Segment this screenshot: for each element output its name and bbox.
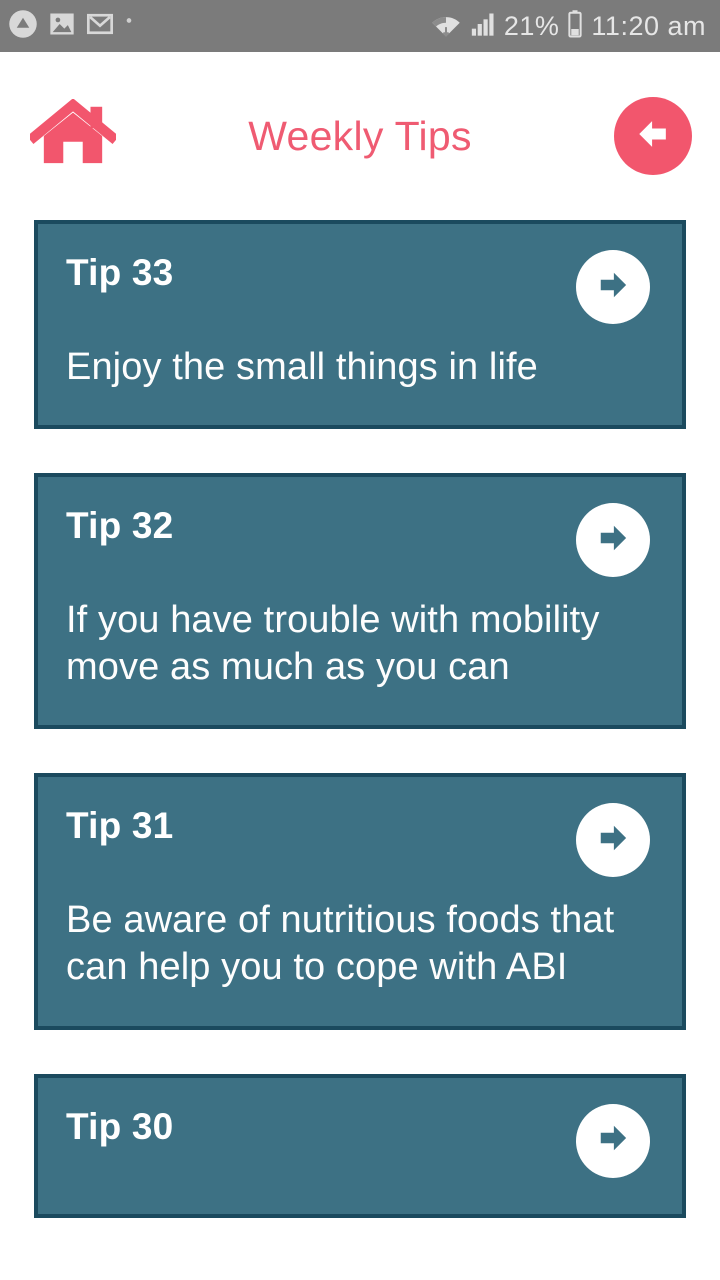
arrow-right-icon (592, 817, 634, 864)
arrow-right-icon (592, 517, 634, 564)
tip-card[interactable]: Tip 33 Enjoy the small things in life (34, 220, 686, 430)
home-icon (26, 97, 120, 174)
battery-percent-label: 21% (503, 10, 560, 41)
arrow-right-icon (592, 1117, 634, 1164)
tip-card[interactable]: Tip 31 Be aware of nutritious foods that… (34, 773, 686, 1030)
back-button[interactable] (614, 97, 692, 175)
clock-label: 11:20 am (591, 10, 706, 41)
cellular-signal-icon (470, 10, 497, 43)
gallery-icon (48, 10, 76, 43)
tip-card-header: Tip 32 (66, 503, 654, 579)
tip-card[interactable]: Tip 30 (34, 1073, 686, 1218)
tip-open-button[interactable] (576, 250, 650, 324)
tip-open-button[interactable] (576, 503, 650, 578)
status-bar-notifications (8, 9, 134, 44)
arrow-right-icon (592, 264, 634, 311)
tip-title: Tip 33 (66, 252, 174, 293)
app-header: Weekly Tips (0, 52, 720, 220)
tip-card-header: Tip 33 (66, 250, 654, 326)
status-bar-system: 21% 11:20 am (429, 9, 706, 44)
wifi-transfer-icon (429, 9, 463, 44)
tip-card-header: Tip 31 (66, 803, 654, 879)
tip-open-button[interactable] (576, 803, 650, 878)
tip-card[interactable]: Tip 32 If you have trouble with mobility… (34, 473, 686, 730)
tip-body: If you have trouble with mobility move a… (66, 599, 600, 689)
circled-caret-icon (8, 9, 38, 44)
arrow-left-icon (631, 112, 675, 161)
tip-card-header: Tip 30 (66, 1103, 654, 1180)
status-bar: 21% 11:20 am (0, 0, 720, 52)
tip-title: Tip 32 (66, 505, 174, 547)
battery-icon (566, 9, 584, 44)
tip-body: Enjoy the small things in life (66, 346, 538, 388)
gmail-icon (86, 10, 114, 43)
tip-title: Tip 30 (66, 1105, 174, 1147)
weekly-tips-list[interactable]: Tip 33 Enjoy the small things in life Ti… (0, 220, 720, 1218)
tip-open-button[interactable] (576, 1103, 650, 1178)
overflow-dot-icon (124, 10, 134, 43)
tip-body: Be aware of nutritious foods that can he… (66, 899, 615, 989)
home-button[interactable] (26, 97, 120, 174)
tip-title: Tip 31 (66, 805, 174, 847)
